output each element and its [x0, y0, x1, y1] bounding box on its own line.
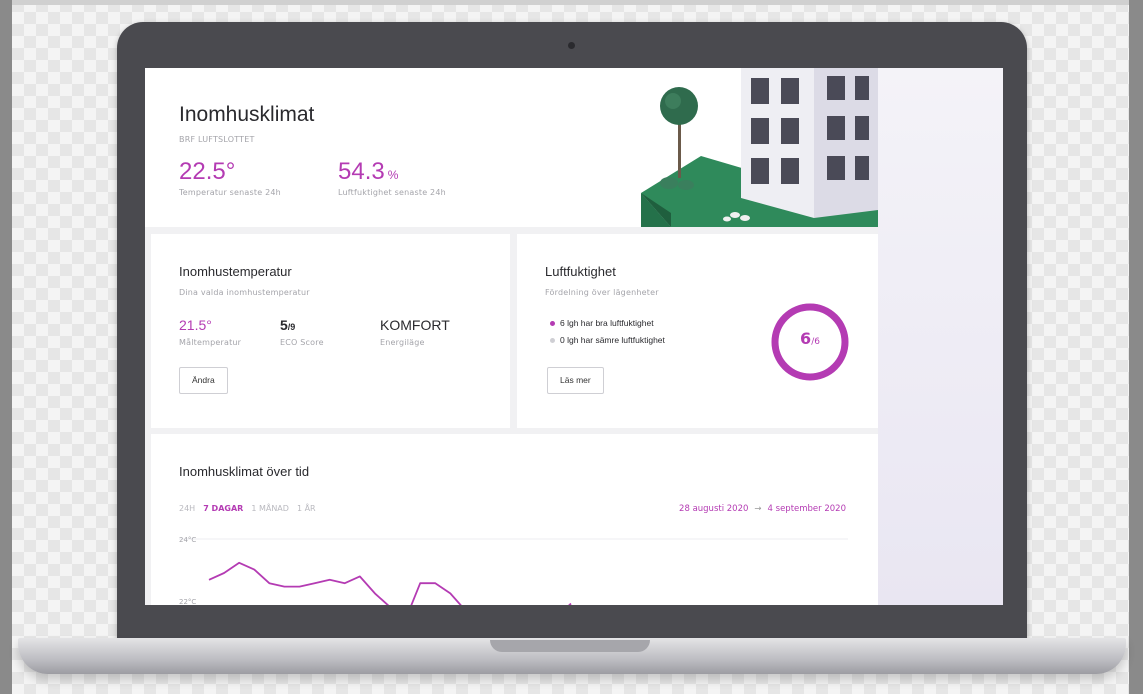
frame-top-edge — [0, 0, 1143, 5]
tab-7-days[interactable]: 7 DAGAR — [203, 504, 243, 513]
current-temperature: 22.5° — [179, 158, 236, 185]
change-button[interactable]: Ändra — [179, 367, 228, 394]
bad-humidity-text: 0 lgh har sämre luftfuktighet — [560, 335, 665, 345]
bad-humidity-line: 0 lgh har sämre luftfuktighet — [550, 335, 665, 345]
humidity-unit: % — [387, 168, 399, 182]
energy-mode-label: Energiläge — [380, 338, 425, 347]
laptop-notch — [490, 640, 650, 652]
current-humidity: 54.3% — [338, 158, 398, 186]
ring-total: /6 — [811, 337, 820, 347]
ring-count: 6 — [800, 329, 812, 348]
temperature-series-line — [208, 561, 572, 605]
humidity-label: Luftfuktighet senaste 24h — [338, 188, 446, 197]
good-dot-icon — [550, 321, 555, 327]
date-range[interactable]: 28 augusti 2020 → 4 september 2020 — [673, 504, 846, 514]
climate-history-card: Inomhusklimat över tid 24H 7 DAGAR 1 MÅNAD… — [151, 434, 878, 605]
camera-icon — [568, 42, 575, 49]
tab-1-year[interactable]: 1 ÅR — [297, 504, 316, 513]
climate-overview-card: Inomhusklimat BRF LUFTSLOTTET 22.5° Temp… — [145, 68, 878, 227]
humidity-card: Luftfuktighet Fördelning över lägenheter… — [517, 234, 878, 428]
y-tick-label: 24°C — [179, 536, 196, 544]
temperature-label: Temperatur senaste 24h — [179, 188, 281, 197]
laptop-screen: Inomhusklimat BRF LUFTSLOTTET 22.5° Temp… — [145, 68, 1003, 605]
target-temperature: 21.5° — [179, 317, 212, 333]
good-humidity-text: 6 lgh har bra luftfuktighet — [560, 318, 654, 328]
eco-score-value: 5 — [280, 317, 288, 333]
page-title: Inomhusklimat — [179, 103, 315, 126]
temperature-card-title: Inomhustemperatur — [179, 264, 292, 279]
temperature-card-subtitle: Dina valda inomhustemperatur — [179, 288, 310, 297]
bad-dot-icon — [550, 338, 555, 344]
energy-mode: KOMFORT — [380, 317, 450, 333]
date-from: 28 augusti 2020 — [679, 504, 749, 514]
building-illustration — [641, 68, 878, 227]
frame-right-edge — [1129, 0, 1143, 694]
humidity-value: 54.3 — [338, 158, 385, 185]
association-name: BRF LUFTSLOTTET — [179, 135, 255, 144]
y-tick-label: 22°C — [179, 598, 196, 605]
ring-value: 6/6 — [769, 329, 851, 348]
eco-score-max: /9 — [287, 322, 296, 332]
tab-24h[interactable]: 24H — [179, 504, 195, 513]
eco-score-label: ECO Score — [280, 338, 324, 347]
date-to: 4 september 2020 — [767, 504, 846, 514]
read-more-button[interactable]: Läs mer — [547, 367, 604, 394]
side-panel — [878, 68, 1003, 605]
good-humidity-line: 6 lgh har bra luftfuktighet — [550, 318, 654, 328]
eco-score: 5/9 — [280, 317, 295, 333]
date-arrow-icon: → — [754, 504, 762, 514]
indoor-temperature-card: Inomhustemperatur Dina valda inomhustemp… — [151, 234, 510, 428]
frame-left-edge — [0, 0, 12, 694]
target-temperature-label: Måltemperatur — [179, 338, 242, 347]
tab-1-month[interactable]: 1 MÅNAD — [251, 504, 289, 513]
range-tabs: 24H 7 DAGAR 1 MÅNAD 1 ÅR — [179, 504, 324, 513]
temperature-line-chart: 24°C 22°C — [179, 536, 848, 605]
humidity-card-subtitle: Fördelning över lägenheter — [545, 288, 659, 297]
humidity-card-title: Luftfuktighet — [545, 264, 616, 279]
chart-title: Inomhusklimat över tid — [179, 464, 310, 479]
